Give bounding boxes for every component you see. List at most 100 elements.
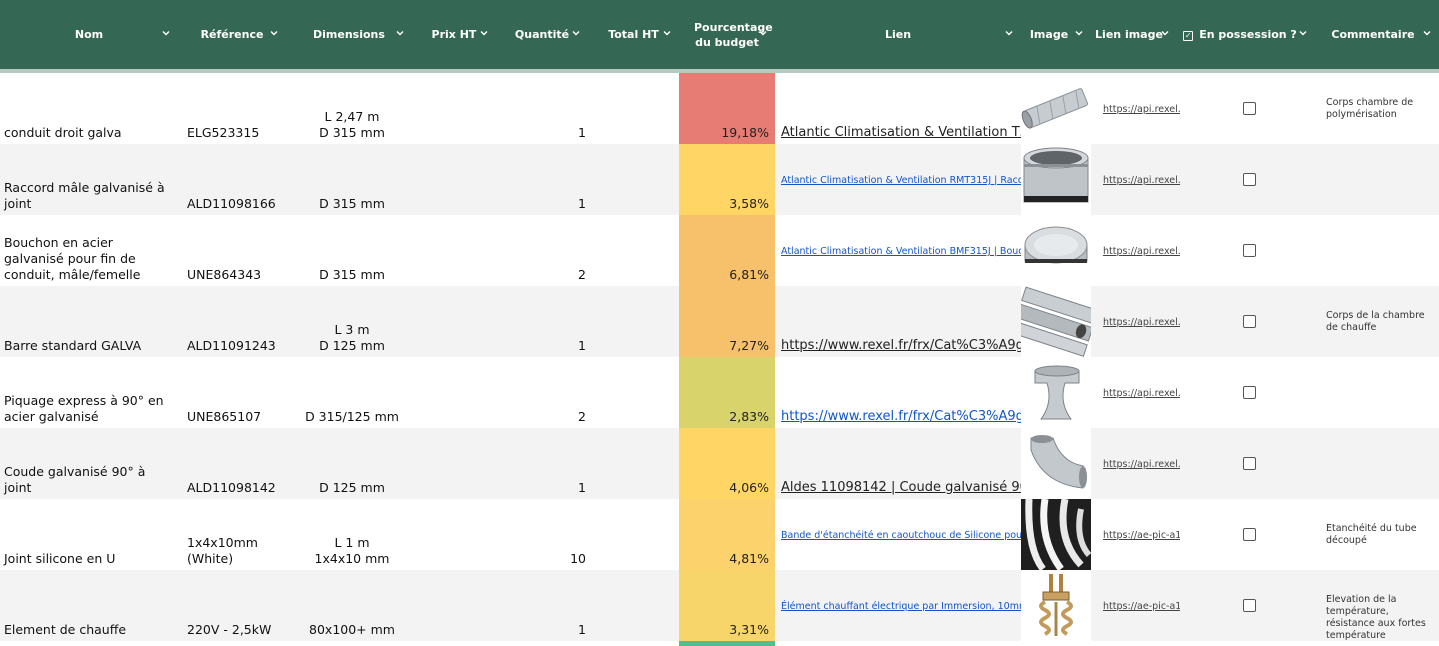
- chevron-down-icon[interactable]: [394, 27, 406, 39]
- cell-nom[interactable]: Element de chauffe: [4, 622, 174, 638]
- cell-dimensions[interactable]: 80x100+ mm: [300, 622, 404, 638]
- cell-dimensions[interactable]: D 125 mm: [300, 480, 404, 496]
- cell-nom[interactable]: Coude galvanisé 90° à joint: [4, 464, 174, 496]
- cell-reference[interactable]: UNE865107: [187, 409, 297, 425]
- cell-quantite[interactable]: 2: [520, 267, 586, 283]
- column-header-commentaire[interactable]: Commentaire: [1315, 0, 1439, 69]
- chevron-down-icon[interactable]: [757, 27, 769, 39]
- column-header-quantite[interactable]: Quantité: [496, 0, 588, 69]
- cell-lien-link[interactable]: Élément chauffant électrique par Immersi…: [781, 599, 1021, 615]
- cell-lien-link[interactable]: Atlantic Climatisation & Ventilation RMT…: [781, 173, 1021, 189]
- cell-lien-image-link[interactable]: https://api.rexel.fr: [1103, 173, 1180, 189]
- en-possession-checkbox[interactable]: [1243, 599, 1256, 612]
- cell-pourcentage[interactable]: 3,58%: [679, 144, 775, 215]
- table-row[interactable]: Bouchon en acier galvanisé pour fin de c…: [0, 215, 1439, 286]
- cell-reference[interactable]: ALD11091243: [187, 338, 297, 354]
- cell-quantite[interactable]: 2: [520, 409, 586, 425]
- cell-quantite[interactable]: 1: [520, 125, 586, 141]
- table-row[interactable]: Coude galvanisé 90° à joint ALD11098142 D …: [0, 428, 1439, 499]
- cell-commentaire[interactable]: Elevation de la température, résistance …: [1326, 594, 1436, 642]
- chevron-down-icon[interactable]: [268, 27, 280, 39]
- cell-lien-link[interactable]: https://www.rexel.fr/frx/Cat%C3%A9gories: [781, 338, 1021, 354]
- cell-dimensions[interactable]: L 2,47 mD 315 mm: [300, 109, 404, 141]
- cell-reference[interactable]: ALD11098166: [187, 196, 297, 212]
- cell-nom[interactable]: Bouchon en acier galvanisé pour fin de c…: [4, 235, 174, 283]
- cell-lien-link[interactable]: https://www.rexel.fr/frx/Cat%C3%A9gories: [781, 409, 1021, 425]
- cell-nom[interactable]: conduit droit galva: [4, 125, 174, 141]
- en-possession-checkbox[interactable]: [1243, 102, 1256, 115]
- cell-quantite[interactable]: 1: [520, 622, 586, 638]
- chevron-down-icon[interactable]: [1073, 27, 1085, 39]
- column-header-lien[interactable]: Lien: [775, 0, 1021, 69]
- table-row[interactable]: Element de chauffe 220V - 2,5kW 80x100+ mm…: [0, 570, 1439, 641]
- cell-reference[interactable]: 1x4x10mm (White): [187, 535, 297, 567]
- cell-nom[interactable]: Barre standard GALVA: [4, 338, 174, 354]
- column-header-reference[interactable]: Référence: [178, 0, 286, 69]
- cell-lien-image-link[interactable]: https://api.rexel.fr: [1103, 386, 1180, 402]
- chevron-down-icon[interactable]: [570, 27, 582, 39]
- en-possession-checkbox[interactable]: [1243, 173, 1256, 186]
- cell-nom[interactable]: Raccord mâle galvanisé à joint: [4, 180, 174, 212]
- table-row[interactable]: Joint silicone en U 1x4x10mm (White) L 1 m1…: [0, 498, 1439, 572]
- chevron-down-icon[interactable]: [1421, 27, 1433, 39]
- column-header-prix-ht[interactable]: Prix HT: [412, 0, 496, 69]
- cell-dimensions[interactable]: D 315 mm: [300, 267, 404, 283]
- cell-lien-image-link[interactable]: https://ae-pic-a1.: [1103, 599, 1180, 615]
- cell-reference[interactable]: UNE864343: [187, 267, 297, 283]
- cell-lien-image-link[interactable]: https://api.rexel.fr: [1103, 102, 1180, 118]
- cell-pourcentage[interactable]: 7,27%: [679, 286, 775, 357]
- cell-reference[interactable]: ALD11098142: [187, 480, 297, 496]
- en-possession-checkbox[interactable]: [1243, 457, 1256, 470]
- cell-quantite[interactable]: 1: [520, 338, 586, 354]
- chevron-down-icon[interactable]: [1003, 27, 1015, 39]
- en-possession-checkbox[interactable]: [1243, 244, 1256, 257]
- cell-lien-image-link[interactable]: https://ae-pic-a1.: [1103, 528, 1180, 544]
- cell-reference[interactable]: 220V - 2,5kW: [187, 622, 297, 638]
- column-header-pourcentage[interactable]: Pourcentage du budget: [679, 0, 775, 69]
- cell-reference[interactable]: ELG523315: [187, 125, 297, 141]
- cell-lien-link[interactable]: Aldes 11098142 | Coude galvanisé 90° à j…: [781, 480, 1021, 496]
- cell-quantite[interactable]: 10: [520, 551, 586, 567]
- cell-lien-image-link[interactable]: https://api.rexel.fr: [1103, 244, 1180, 260]
- cell-commentaire[interactable]: Corps chambre de polymérisation: [1326, 97, 1436, 121]
- chevron-down-icon[interactable]: [1159, 27, 1171, 39]
- table-row[interactable]: Piquage express à 90° en acier galvanisé…: [0, 357, 1439, 428]
- cell-commentaire[interactable]: Etanchéité du tube découpé: [1326, 523, 1436, 547]
- cell-pourcentage[interactable]: 6,81%: [679, 215, 775, 286]
- cell-dimensions[interactable]: D 315 mm: [300, 196, 404, 212]
- column-header-lien-image[interactable]: Lien image: [1091, 0, 1177, 69]
- chevron-down-icon[interactable]: [160, 27, 172, 39]
- table-row[interactable]: conduit droit galva ELG523315 L 2,47 mD 31…: [0, 73, 1439, 144]
- cell-pourcentage[interactable]: 19,18%: [679, 73, 775, 144]
- cell-nom[interactable]: Piquage express à 90° en acier galvanisé: [4, 393, 174, 425]
- column-header-nom[interactable]: Nom: [0, 0, 178, 69]
- chevron-down-icon[interactable]: [1297, 27, 1309, 39]
- cell-pourcentage[interactable]: 4,81%: [679, 499, 775, 570]
- cell-lien-link[interactable]: Atlantic Climatisation & Ventilation T31…: [781, 125, 1021, 141]
- column-header-total-ht[interactable]: Total HT: [588, 0, 679, 69]
- chevron-down-icon[interactable]: [661, 27, 673, 39]
- column-header-dimensions[interactable]: Dimensions: [286, 0, 412, 69]
- cell-pourcentage[interactable]: 2,83%: [679, 357, 775, 428]
- cell-lien-link[interactable]: Atlantic Climatisation & Ventilation BMF…: [781, 244, 1021, 260]
- cell-lien-image-link[interactable]: https://api.rexel.fr: [1103, 457, 1180, 473]
- en-possession-checkbox[interactable]: [1243, 386, 1256, 399]
- cell-commentaire[interactable]: Corps de la chambre de chauffe: [1326, 310, 1436, 334]
- table-row[interactable]: Raccord mâle galvanisé à joint ALD1109816…: [0, 144, 1439, 215]
- column-header-en-possession[interactable]: ✓ En possession ?: [1177, 0, 1315, 69]
- column-header-image[interactable]: Image: [1021, 0, 1091, 69]
- cell-quantite[interactable]: 1: [520, 196, 586, 212]
- cell-nom[interactable]: Joint silicone en U: [4, 551, 174, 567]
- cell-dimensions[interactable]: L 3 mD 125 mm: [300, 322, 404, 354]
- cell-dimensions[interactable]: L 1 m 1x4x10 mm: [300, 535, 404, 567]
- chevron-down-icon[interactable]: [478, 27, 490, 39]
- en-possession-checkbox[interactable]: [1243, 315, 1256, 328]
- cell-dimensions[interactable]: D 315/125 mm: [300, 409, 404, 425]
- cell-pourcentage[interactable]: 3,31%: [679, 570, 775, 641]
- en-possession-checkbox[interactable]: [1243, 528, 1256, 541]
- cell-lien-link[interactable]: Bande d'étanchéité en caoutchouc de Sili…: [781, 528, 1021, 544]
- cell-lien-image-link[interactable]: https://api.rexel.fr: [1103, 315, 1180, 331]
- cell-quantite[interactable]: 1: [520, 480, 586, 496]
- cell-pourcentage[interactable]: 4,06%: [679, 428, 775, 499]
- table-row[interactable]: Barre standard GALVA ALD11091243 L 3 mD 12…: [0, 286, 1439, 357]
